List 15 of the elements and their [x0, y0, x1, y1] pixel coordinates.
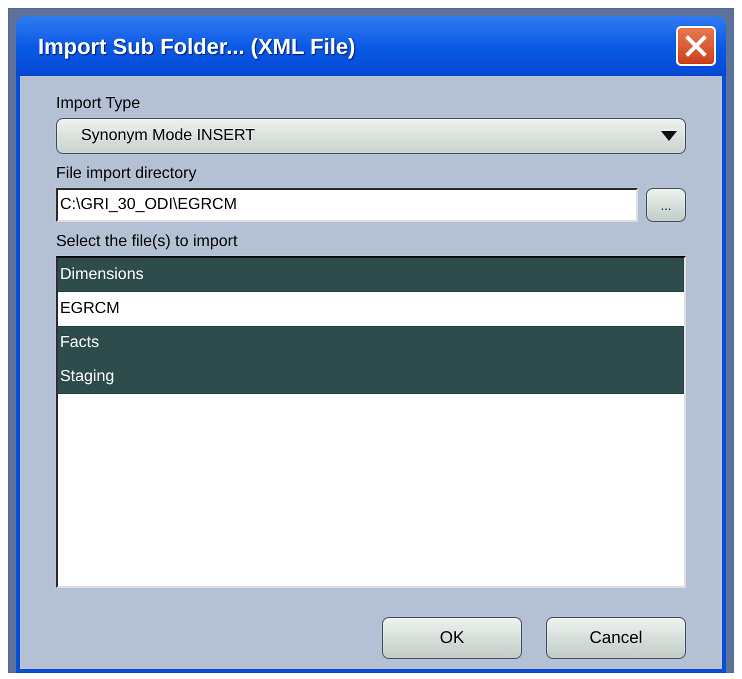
directory-field[interactable]: C:\GRI_30_ODI\EGRCM: [56, 188, 638, 222]
file-list-item[interactable]: Dimensions: [58, 258, 684, 292]
window-title: Import Sub Folder... (XML File): [38, 32, 356, 61]
directory-label: File import directory: [56, 164, 198, 184]
files-label: Select the file(s) to import: [56, 232, 238, 252]
file-list-item[interactable]: Facts: [58, 326, 684, 360]
dialog-button[interactable]: OK: [382, 617, 522, 659]
close-button[interactable]: [676, 26, 716, 66]
import-type-dropdown[interactable]: Synonym Mode INSERT: [56, 118, 686, 154]
browse-button[interactable]: ...: [646, 188, 686, 222]
file-list-item[interactable]: Staging: [58, 360, 684, 394]
dialog-button[interactable]: Cancel: [546, 617, 686, 659]
import-type-label: Import Type: [56, 94, 142, 114]
dropdown-arrow-icon: [661, 131, 677, 141]
close-icon: [685, 35, 707, 57]
